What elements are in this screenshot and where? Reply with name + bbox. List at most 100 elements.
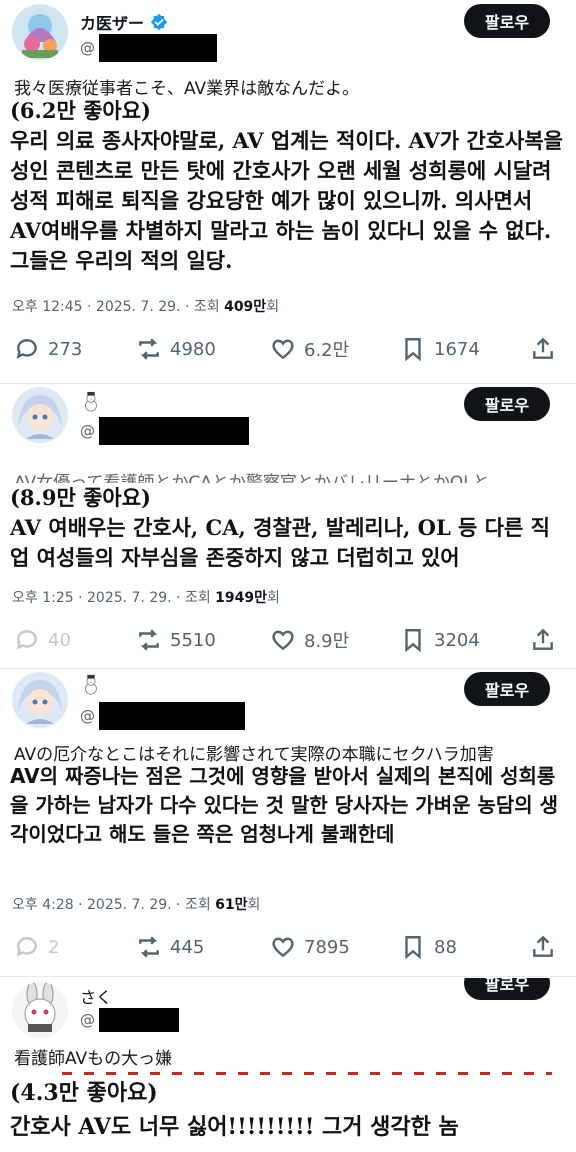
bookmark-button[interactable]: 1674 (400, 336, 480, 362)
heart-icon (272, 937, 294, 958)
original-text: 看護師AVもの大っ嫌 (14, 1049, 173, 1069)
translation-block: (8.9만 좋아요) AV 여배우는 간호사, CA, 경찰관, 발레리나, O… (10, 483, 566, 573)
display-name[interactable]: カ医ザー (80, 10, 144, 34)
translated-text: AV 여배우는 간호사, CA, 경찰관, 발레리나, OL 등 다른 직업 여… (10, 515, 550, 570)
action-bar: 40 5510 8.9만 3204 (0, 627, 576, 663)
bookmark-icon (405, 338, 421, 362)
heart-icon (272, 339, 294, 360)
handle: @ (80, 707, 95, 725)
post-meta: 오후 1:25 · 2025. 7. 29. · 조회 1949만회 (12, 587, 280, 607)
post-2: @ 팔로우 AV女優って看護師とかCAとか警察官とかバレリーナとかOLと (8.… (0, 385, 576, 668)
follow-button[interactable]: 팔로우 (464, 387, 550, 421)
reply-icon (16, 339, 37, 359)
action-bar: 273 4980 6.2만 1674 (0, 336, 576, 372)
reply-button[interactable]: 273 (14, 336, 82, 362)
follow-button[interactable]: 팔로우 (464, 4, 550, 38)
timestamp[interactable]: 오후 4:28 · 2025. 7. 29. · 조회 (12, 897, 215, 913)
bookmark-count: 3204 (434, 629, 480, 651)
share-button[interactable] (530, 627, 556, 653)
translated-text: 간호사 AV도 너무 싫어!!!!!!!!! 그거 생각한 놈 (10, 1114, 459, 1140)
repost-count: 4980 (170, 338, 216, 360)
avatar-image (12, 4, 68, 60)
snowman-icon (85, 391, 97, 412)
post-divider (0, 383, 576, 384)
repost-icon (139, 936, 159, 958)
view-suffix: 회 (247, 897, 261, 913)
repost-count: 5510 (170, 629, 216, 651)
verified-badge-icon (150, 13, 168, 31)
view-count: 1949만 (215, 590, 268, 606)
redaction-bar (99, 34, 217, 62)
avatar[interactable] (12, 982, 68, 1038)
bookmark-icon (405, 629, 421, 653)
follow-button[interactable]: 팔로우 (464, 978, 550, 1000)
like-count-note: (6.2만 좋아요) (10, 98, 151, 123)
share-icon (533, 337, 553, 359)
translation-block: AV의 짜증나는 점은 그것에 영향을 받아서 실제의 본직에 성희롱을 가하는… (10, 762, 570, 849)
post-divider (0, 976, 576, 977)
reply-button[interactable]: 2 (14, 934, 59, 960)
view-suffix: 회 (266, 299, 280, 315)
avatar-image (12, 387, 68, 443)
follow-button[interactable]: 팔로우 (464, 672, 550, 706)
share-icon (533, 628, 553, 650)
avatar[interactable] (12, 387, 68, 443)
translation-block: (4.3만 좋아요) 간호사 AV도 너무 싫어!!!!!!!!! 그거 생각한… (10, 1076, 566, 1144)
avatar-image (12, 672, 68, 728)
repost-count: 445 (170, 936, 205, 958)
heart-icon (272, 630, 294, 651)
display-name[interactable]: さく (80, 984, 112, 1008)
reply-icon (16, 630, 37, 650)
snowman-icon (85, 674, 97, 695)
translation-block: (6.2만 좋아요) 우리 의료 종사자야말로, AV 업계는 적이다. AV가… (10, 96, 566, 276)
like-button[interactable]: 8.9만 (270, 627, 349, 653)
post-3: @ 팔로우 AVの厄介なとこはそれに影響されて実際の本職にセクハラ加害 AV의 … (0, 670, 576, 975)
bookmark-icon (405, 936, 421, 960)
like-count: 7895 (304, 936, 350, 958)
post-1: カ医ザー @ 팔로우 我々医療従事者こそ、AV業界は敵なんだよ。 (6.2만 좋… (0, 0, 576, 385)
like-count: 6.2만 (304, 340, 350, 361)
like-button[interactable]: 6.2만 (270, 336, 349, 362)
like-count: 8.9만 (304, 631, 350, 652)
like-button[interactable]: 7895 (270, 934, 350, 960)
reply-count: 2 (48, 936, 60, 958)
redaction-bar (99, 1008, 179, 1032)
reply-button[interactable]: 40 (14, 627, 71, 653)
view-suffix: 회 (267, 590, 280, 606)
view-count: 61만 (215, 897, 248, 913)
avatar[interactable] (12, 672, 68, 728)
post-meta: 오후 12:45 · 2025. 7. 29. · 조회 409만회 (12, 296, 279, 316)
bookmark-button[interactable]: 88 (400, 934, 457, 960)
handle: @ (80, 1011, 95, 1029)
repost-button[interactable]: 445 (136, 934, 204, 960)
avatar-image (12, 982, 68, 1038)
share-button[interactable] (530, 934, 556, 960)
handle: @ (80, 39, 95, 57)
post-meta: 오후 4:28 · 2025. 7. 29. · 조회 61만회 (12, 894, 260, 914)
view-count: 409만 (224, 299, 267, 315)
share-icon (533, 935, 553, 957)
repost-button[interactable]: 4980 (136, 336, 216, 362)
repost-icon (139, 338, 159, 360)
translated-text: AV의 짜증나는 점은 그것에 영향을 받아서 실제의 본직에 성희롱을 가하는… (10, 764, 559, 846)
like-count-note: (4.3만 좋아요) (10, 1080, 158, 1106)
timestamp[interactable]: 오후 12:45 · 2025. 7. 29. · 조회 (12, 299, 224, 315)
timestamp[interactable]: 오후 1:25 · 2025. 7. 29. · 조회 (12, 590, 215, 606)
reply-count: 40 (48, 629, 71, 651)
bookmark-count: 1674 (434, 338, 480, 360)
bookmark-button[interactable]: 3204 (400, 627, 480, 653)
redaction-bar (99, 417, 249, 445)
reply-icon (16, 937, 37, 957)
redaction-bar (99, 702, 245, 730)
action-bar: 2 445 7895 88 (0, 934, 576, 970)
like-count-note: (8.9만 좋아요) (10, 485, 151, 510)
post-4: さく @ 팔로우 看護師AVもの大っ嫌 (4.3만 좋아요) 간호사 AV도 너… (0, 978, 576, 1152)
share-button[interactable] (530, 336, 556, 362)
avatar[interactable] (12, 4, 68, 60)
reply-count: 273 (48, 338, 83, 360)
original-text: AV女優って看護師とかCAとか警察官とかバレリーナとかOLと (14, 473, 490, 483)
bookmark-count: 88 (434, 936, 457, 958)
handle: @ (80, 422, 95, 440)
decorative-dashed-line (62, 1072, 552, 1075)
repost-button[interactable]: 5510 (136, 627, 216, 653)
